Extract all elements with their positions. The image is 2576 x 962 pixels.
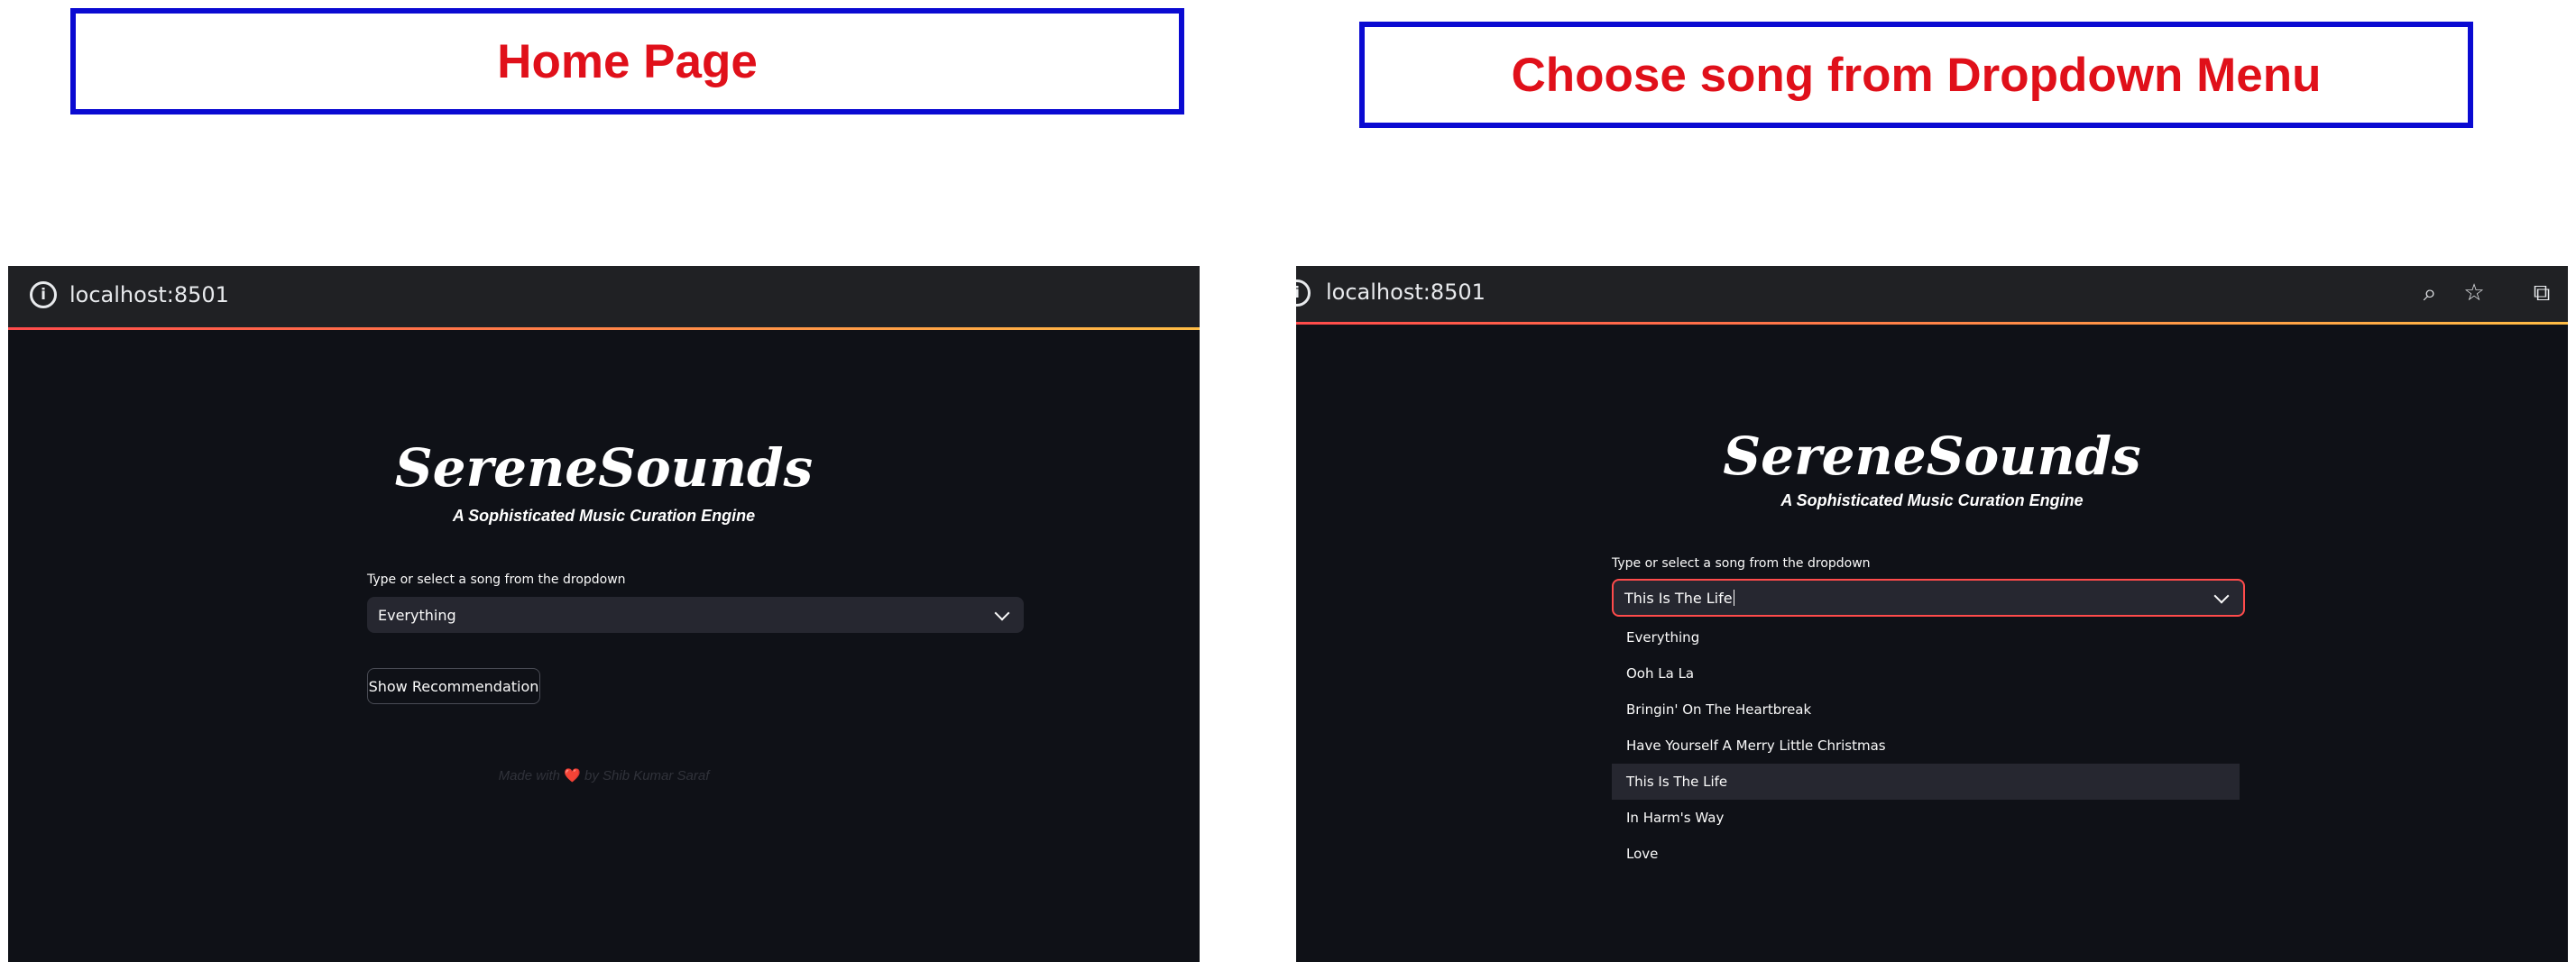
streamlit-header-stripe — [1296, 322, 2568, 325]
url-text[interactable]: localhost:8501 — [1326, 279, 1486, 305]
footer-text-before: Made with — [498, 768, 560, 783]
dropdown-option[interactable]: Love — [1612, 836, 2240, 872]
caption-home-page: Home Page — [70, 8, 1184, 115]
browser-address-bar[interactable]: i localhost:8501 — [8, 266, 1200, 329]
streamlit-header-stripe — [8, 327, 1200, 330]
dropdown-option[interactable]: Ooh La La — [1612, 655, 2240, 692]
caption-home-page-text: Home Page — [497, 34, 758, 88]
dropdown-option[interactable]: Everything — [1612, 619, 2240, 655]
song-select[interactable]: Everything — [367, 597, 1024, 633]
app-title: SereneSounds — [1723, 426, 2141, 487]
info-icon[interactable]: i — [30, 281, 57, 308]
dropdown-option[interactable]: Have Yourself A Merry Little Christmas — [1612, 728, 2240, 764]
browser-address-bar[interactable]: i localhost:8501 ⌕ ☆ ⧉ — [1296, 266, 2568, 324]
footer-credit: Made with ❤️ by Shib Kumar Saraf — [8, 767, 1200, 783]
footer-text-after: by Shib Kumar Saraf — [584, 768, 710, 783]
app-title: SereneSounds — [394, 437, 814, 499]
url-text[interactable]: localhost:8501 — [69, 282, 229, 307]
song-select-value: Everything — [378, 606, 456, 624]
show-recommendation-button[interactable]: Show Recommendation — [367, 668, 540, 704]
info-icon[interactable]: i — [1296, 279, 1311, 307]
song-select-label: Type or select a song from the dropdown — [367, 573, 626, 587]
chevron-down-icon[interactable] — [2213, 588, 2230, 604]
song-select[interactable]: This Is The Life — [1612, 579, 2245, 617]
song-select-label: Type or select a song from the dropdown — [1612, 556, 1871, 571]
dropdown-option[interactable]: In Harm's Way — [1612, 800, 2240, 836]
extensions-icon[interactable]: ⧉ — [2528, 277, 2555, 309]
zoom-icon[interactable]: ⌕ — [2416, 277, 2443, 309]
app-subtitle: A Sophisticated Music Curation Engine — [452, 507, 756, 525]
app-subtitle: A Sophisticated Music Curation Engine — [1780, 491, 2084, 509]
caption-dropdown: Choose song from Dropdown Menu — [1359, 22, 2473, 128]
star-icon[interactable]: ☆ — [2461, 277, 2488, 309]
dropdown-option[interactable]: Bringin' On The Heartbreak — [1612, 692, 2240, 728]
home-page-screenshot: i localhost:8501 SereneSounds A Sophisti… — [8, 266, 1200, 962]
dropdown-option[interactable]: Stay — [1612, 872, 2240, 883]
heart-icon: ❤️ — [564, 768, 581, 783]
song-select-input-value[interactable]: This Is The Life — [1624, 590, 1733, 607]
song-dropdown-menu[interactable]: Everything Ooh La La Bringin' On The Hea… — [1612, 617, 2240, 883]
dropdown-option-highlighted[interactable]: This Is The Life — [1612, 764, 2240, 800]
chevron-down-icon[interactable] — [994, 605, 1010, 621]
caption-dropdown-text: Choose song from Dropdown Menu — [1511, 48, 2322, 102]
dropdown-screenshot: i localhost:8501 ⌕ ☆ ⧉ SereneSounds A So… — [1296, 266, 2568, 962]
